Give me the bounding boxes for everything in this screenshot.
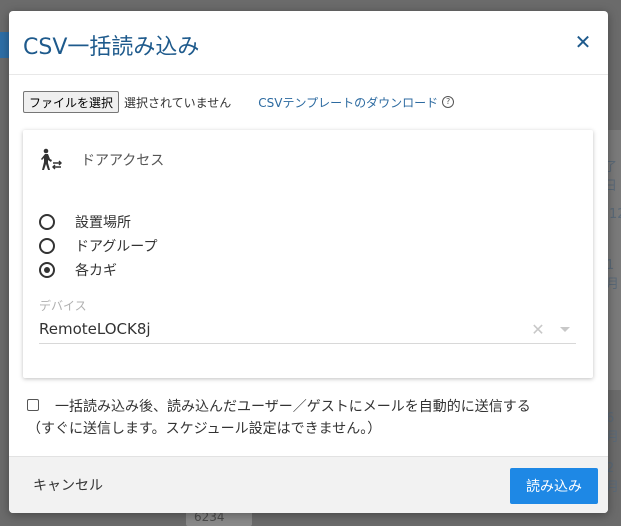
device-field-label: デバイス [39,299,87,313]
email-notify-note: （すぐに送信します。スケジュール設定はできません。） [27,421,382,437]
radio-option-door-group[interactable]: ドアグループ [39,234,157,258]
radio-label: 各カギ [75,263,117,279]
radio-label: 設置場所 [75,215,131,231]
radio-option-each-key[interactable]: 各カギ [39,258,157,282]
card-title: ドアアクセス [81,153,165,169]
background-text: 1月 [606,258,620,292]
device-select[interactable]: RemoteLOCK8j ✕ [39,315,576,344]
email-notify-checkbox[interactable] [27,399,39,411]
chevron-down-icon[interactable] [560,326,570,332]
cancel-button[interactable]: キャンセル [33,475,103,495]
background-text: 6月 [606,411,620,445]
choose-file-button[interactable]: ファイルを選択 [23,91,120,113]
radio-button-selected[interactable] [39,262,55,278]
csv-template-download-link[interactable]: CSVテンプレートのダウンロード [258,94,438,111]
email-notify-option: 一括読み込み後、読み込んだユーザー／ゲストにメールを自動的に送信する （すぐに送… [27,396,587,440]
background-text: 12 [609,207,621,222]
background-text: 2月 [606,461,620,495]
question-circle-icon[interactable]: ? [442,96,455,108]
card-header: ドアアクセス [39,148,164,172]
import-button[interactable]: 読み込み [510,468,598,504]
door-access-card: ドアアクセス 設置場所 ドアグループ 各カギ デバイス RemoteLOCK8j… [23,130,593,378]
file-select-row: ファイルを選択 選択されていません CSVテンプレートのダウンロード ? [23,91,455,113]
radio-button[interactable] [39,214,55,230]
close-icon[interactable]: ✕ [572,31,594,53]
dialog-footer: キャンセル 読み込み [9,456,608,513]
clear-icon[interactable]: ✕ [530,320,546,339]
door-access-icon [41,148,62,170]
access-type-radio-group: 設置場所 ドアグループ 各カギ [39,210,157,282]
background-button [0,32,9,58]
dialog-header: CSV一括読み込み ✕ [9,11,608,75]
file-status-text: 選択されていません [124,95,232,110]
dialog-title: CSV一括読み込み [23,35,200,60]
email-notify-label: 一括読み込み後、読み込んだユーザー／ゲストにメールを自動的に送信する [55,399,531,415]
radio-button[interactable] [39,238,55,254]
radio-label: ドアグループ [75,239,158,255]
device-selected-value: RemoteLOCK8j [39,320,151,338]
csv-import-dialog: CSV一括読み込み ✕ ファイルを選択 選択されていません CSVテンプレートの… [9,11,608,513]
radio-option-location[interactable]: 設置場所 [39,210,157,234]
